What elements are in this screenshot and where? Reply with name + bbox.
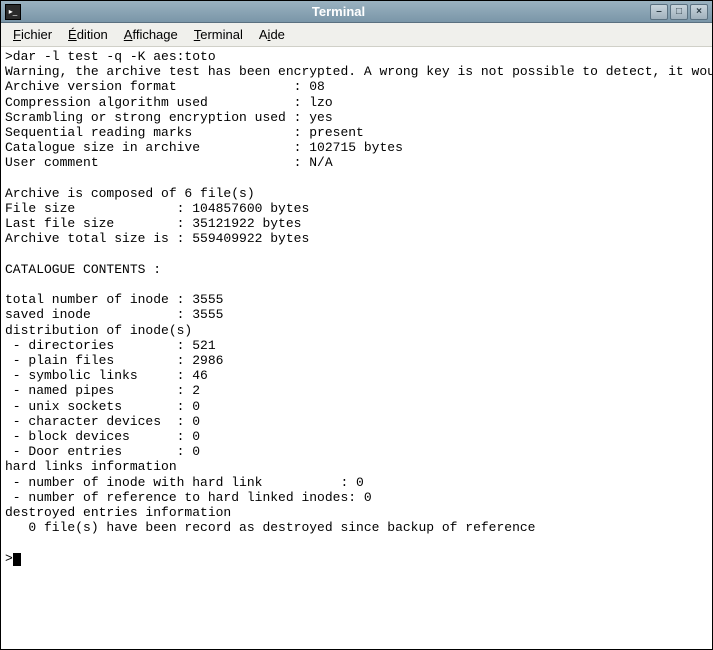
terminal-output[interactable]: >dar -l test -q -K aes:toto Warning, the… <box>1 47 712 649</box>
terminal-window: ▸_ Terminal – □ × Fichier Édition Affich… <box>0 0 713 650</box>
warning-text: Warning, the archive test has been encry… <box>5 64 712 79</box>
menubar: Fichier Édition Affichage Terminal Aide <box>1 23 712 47</box>
scrambling: Scrambling or strong encryption used : y… <box>5 110 333 125</box>
catalogue-header: CATALOGUE CONTENTS : <box>5 262 161 277</box>
app-icon: ▸_ <box>5 4 21 20</box>
total-size: Archive total size is : 559409922 bytes <box>5 231 309 246</box>
menu-view[interactable]: Affichage <box>116 25 186 44</box>
inode-plain: - plain files : 2986 <box>5 353 223 368</box>
archive-version: Archive version format : 08 <box>5 79 325 94</box>
menu-help[interactable]: Aide <box>251 25 293 44</box>
close-button[interactable]: × <box>690 4 708 20</box>
user-comment: User comment : N/A <box>5 155 333 170</box>
maximize-button[interactable]: □ <box>670 4 688 20</box>
inode-dirs: - directories : 521 <box>5 338 216 353</box>
inode-pipes: - named pipes : 2 <box>5 383 200 398</box>
minimize-button[interactable]: – <box>650 4 668 20</box>
inode-symlinks: - symbolic links : 46 <box>5 368 208 383</box>
menu-terminal[interactable]: Terminal <box>186 25 251 44</box>
catalogue-size: Catalogue size in archive : 102715 bytes <box>5 140 403 155</box>
compression-algo: Compression algorithm used : lzo <box>5 95 333 110</box>
inode-dist-header: distribution of inode(s) <box>5 323 192 338</box>
sequential-marks: Sequential reading marks : present <box>5 125 364 140</box>
last-file-size: Last file size : 35121922 bytes <box>5 216 301 231</box>
window-controls: – □ × <box>650 4 708 20</box>
titlebar[interactable]: ▸_ Terminal – □ × <box>1 1 712 23</box>
hardlinks-count: - number of inode with hard link : 0 <box>5 475 364 490</box>
hardlinks-header: hard links information <box>5 459 177 474</box>
menu-file[interactable]: Fichier <box>5 25 60 44</box>
inode-total: total number of inode : 3555 <box>5 292 223 307</box>
inode-saved: saved inode : 3555 <box>5 307 223 322</box>
inode-sockets: - unix sockets : 0 <box>5 399 200 414</box>
destroyed-body: 0 file(s) have been record as destroyed … <box>5 520 536 535</box>
menu-edit[interactable]: Édition <box>60 25 116 44</box>
command-line: >dar -l test -q -K aes:toto <box>5 49 216 64</box>
window-title: Terminal <box>27 4 650 19</box>
inode-chardev: - character devices : 0 <box>5 414 200 429</box>
destroyed-header: destroyed entries information <box>5 505 231 520</box>
file-size: File size : 104857600 bytes <box>5 201 309 216</box>
prompt: > <box>5 551 13 566</box>
text-cursor <box>13 553 21 566</box>
inode-door: - Door entries : 0 <box>5 444 200 459</box>
hardlinks-ref: - number of reference to hard linked ino… <box>5 490 372 505</box>
inode-blockdev: - block devices : 0 <box>5 429 200 444</box>
archive-file-count: Archive is composed of 6 file(s) <box>5 186 255 201</box>
